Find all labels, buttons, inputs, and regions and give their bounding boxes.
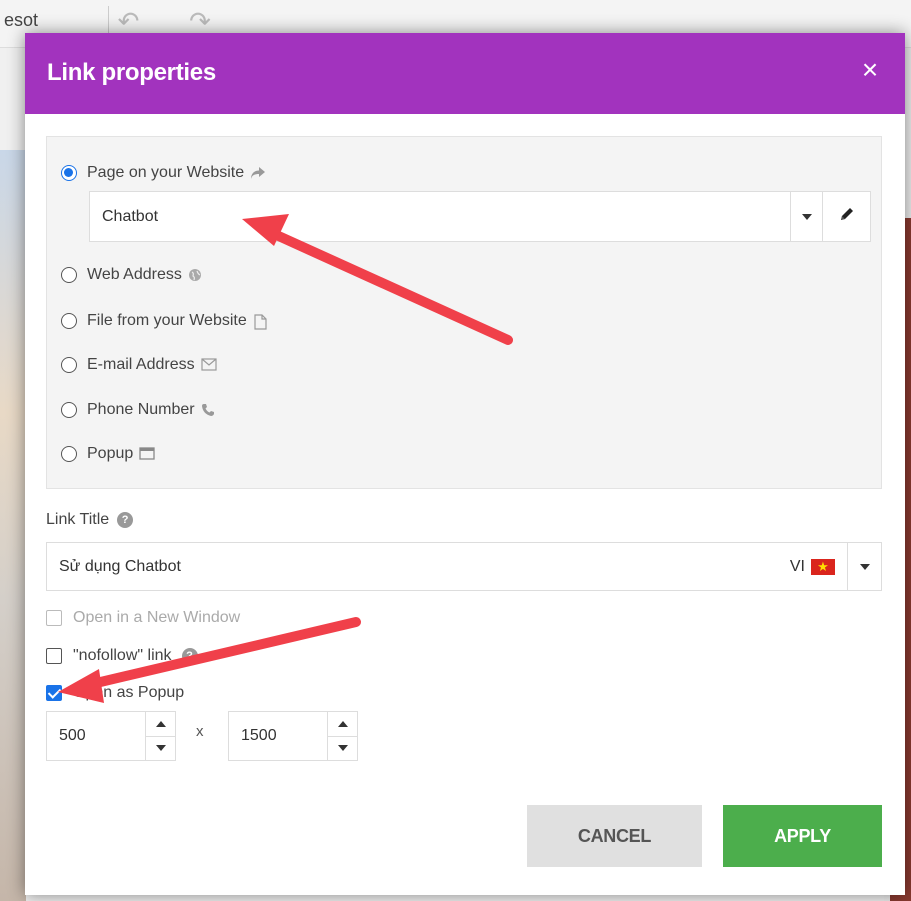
link-properties-dialog: Link properties × Page on your Website C…	[25, 33, 905, 895]
language-dropdown-button[interactable]	[847, 543, 881, 590]
globe-icon	[188, 268, 202, 282]
radio-file-from-website[interactable]: File from your Website	[61, 309, 267, 333]
radio-button[interactable]	[61, 313, 77, 329]
link-title-label: Link Title ?	[46, 511, 134, 529]
chevron-up-icon	[337, 720, 348, 727]
share-arrow-icon	[250, 166, 266, 180]
background-left-image	[0, 150, 26, 901]
page-select-value: Chatbot	[102, 208, 159, 225]
link-title-input[interactable]: Sử dụng Chatbot VI ★	[46, 542, 882, 591]
decrement-button[interactable]	[146, 735, 175, 761]
chevron-down-icon	[859, 563, 870, 570]
language-code: VI	[789, 557, 805, 575]
checkbox-label: Open in a New Window	[73, 609, 241, 626]
checkbox-nofollow[interactable]: "nofollow" link ?	[46, 645, 198, 667]
chevron-up-icon	[155, 720, 166, 727]
decrement-button[interactable]	[328, 735, 357, 761]
undo-icon: ↶	[108, 6, 148, 36]
file-icon	[253, 314, 267, 330]
radio-label: Page on your Website	[87, 164, 245, 181]
radio-page-on-website[interactable]: Page on your Website	[61, 161, 266, 185]
radio-button[interactable]	[61, 267, 77, 283]
pencil-icon	[839, 206, 855, 227]
dialog-title: Link properties	[47, 59, 216, 86]
radio-label: E-mail Address	[87, 356, 195, 373]
phone-icon	[201, 403, 215, 417]
radio-label: Popup	[87, 445, 134, 462]
radio-label: Web Address	[87, 266, 182, 283]
vietnam-flag-icon: ★	[811, 558, 835, 575]
redo-icon: ↷	[189, 6, 211, 36]
radio-web-address[interactable]: Web Address	[61, 263, 202, 287]
help-icon[interactable]: ?	[117, 512, 134, 528]
chevron-down-icon	[337, 745, 348, 752]
link-type-panel: Page on your Website Chatbot Web Address	[46, 136, 882, 489]
window-icon	[139, 447, 155, 461]
language-indicator: VI ★	[777, 543, 847, 590]
envelope-icon	[200, 358, 217, 372]
chevron-down-icon	[801, 213, 812, 220]
radio-popup[interactable]: Popup	[61, 442, 155, 466]
page-select-dropdown-button[interactable]	[790, 192, 822, 241]
radio-button[interactable]	[61, 165, 77, 181]
checkbox-box[interactable]	[46, 648, 62, 664]
increment-button[interactable]	[328, 712, 357, 736]
checkbox-box[interactable]	[46, 610, 62, 626]
checkbox-open-new-window[interactable]: Open in a New Window	[46, 607, 240, 629]
radio-button[interactable]	[61, 357, 77, 373]
help-icon[interactable]: ?	[181, 648, 198, 664]
link-title-label-text: Link Title	[46, 511, 110, 528]
checkbox-box[interactable]	[46, 685, 62, 701]
dialog-header: Link properties ×	[25, 33, 905, 114]
radio-phone-number[interactable]: Phone Number	[61, 398, 215, 422]
increment-button[interactable]	[146, 712, 175, 736]
popup-width-stepper[interactable]: 500	[46, 711, 176, 761]
radio-email-address[interactable]: E-mail Address	[61, 353, 217, 377]
radio-button[interactable]	[61, 446, 77, 462]
size-separator: x	[196, 723, 204, 740]
chevron-down-icon	[155, 745, 166, 752]
edit-page-button[interactable]	[822, 192, 870, 241]
link-title-value[interactable]: Sử dụng Chatbot	[47, 543, 777, 590]
stepper-arrows	[145, 712, 175, 760]
popup-height-stepper[interactable]: 1500	[228, 711, 358, 761]
checkbox-open-as-popup[interactable]: Open as Popup	[46, 682, 184, 704]
page-select[interactable]: Chatbot	[89, 191, 871, 242]
radio-label: Phone Number	[87, 401, 195, 418]
stepper-arrows	[327, 712, 357, 760]
checkbox-label: Open as Popup	[73, 684, 185, 701]
apply-button[interactable]: APPLY	[723, 805, 882, 867]
background-toolbar-label: esot	[4, 10, 39, 30]
cancel-button[interactable]: CANCEL	[527, 805, 702, 867]
radio-button[interactable]	[61, 402, 77, 418]
checkbox-label: "nofollow" link	[73, 647, 172, 664]
popup-height-value[interactable]: 1500	[229, 712, 327, 760]
radio-label: File from your Website	[87, 312, 247, 329]
popup-width-value[interactable]: 500	[47, 712, 145, 760]
close-button[interactable]: ×	[857, 56, 883, 84]
